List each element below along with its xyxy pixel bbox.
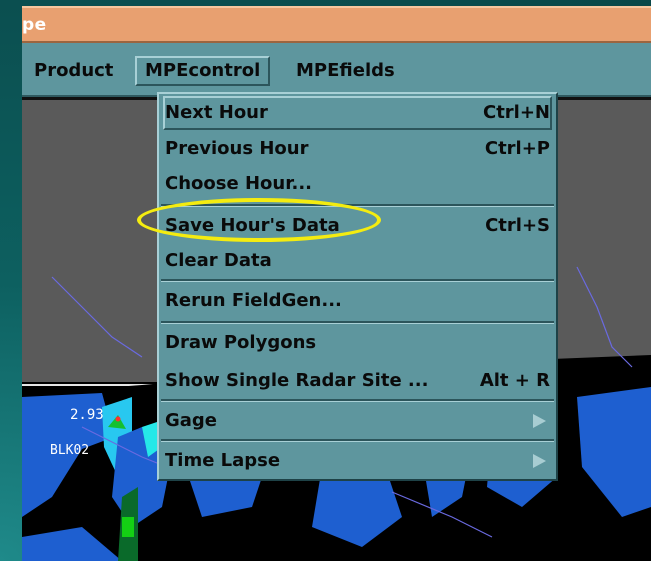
window-title: pe (22, 15, 47, 35)
menu-product[interactable]: Product (26, 56, 121, 86)
mpe-editor-window: pe Product MPEcontrol MPEfields 2.93 BLK… (22, 0, 651, 561)
menu-separator (161, 399, 554, 402)
menu-item-clear-data[interactable]: Clear Data (163, 244, 552, 278)
mpecontrol-dropdown: Next Hour Ctrl+N Previous Hour Ctrl+P Choo… (157, 92, 558, 481)
menu-item-next-hour[interactable]: Next Hour Ctrl+N (163, 96, 552, 130)
gage-id-label: BLK02 (50, 443, 90, 458)
menu-item-gage[interactable]: Gage (163, 404, 552, 438)
title-bar[interactable]: pe (22, 6, 651, 43)
menu-mpecontrol[interactable]: MPEcontrol (135, 56, 271, 86)
menu-item-choose-hour[interactable]: Choose Hour... (163, 167, 552, 201)
menu-item-rerun-fieldgen[interactable]: Rerun FieldGen... (163, 284, 552, 318)
menu-separator (161, 279, 554, 282)
menu-item-time-lapse[interactable]: Time Lapse (163, 444, 552, 478)
highlight-ellipse (137, 198, 381, 242)
menu-item-show-single-radar-site[interactable]: Show Single Radar Site ... Alt + R (163, 364, 552, 398)
submenu-arrow-icon (533, 454, 546, 468)
menu-separator (161, 321, 554, 324)
gage-value-label: 2.93 (70, 407, 104, 423)
submenu-arrow-icon (533, 414, 546, 428)
menu-item-previous-hour[interactable]: Previous Hour Ctrl+P (163, 132, 552, 166)
menu-separator (161, 439, 554, 442)
menu-mpefields[interactable]: MPEfields (288, 56, 403, 86)
menu-item-draw-polygons[interactable]: Draw Polygons (163, 326, 552, 360)
menu-bar: Product MPEcontrol MPEfields (22, 43, 651, 97)
